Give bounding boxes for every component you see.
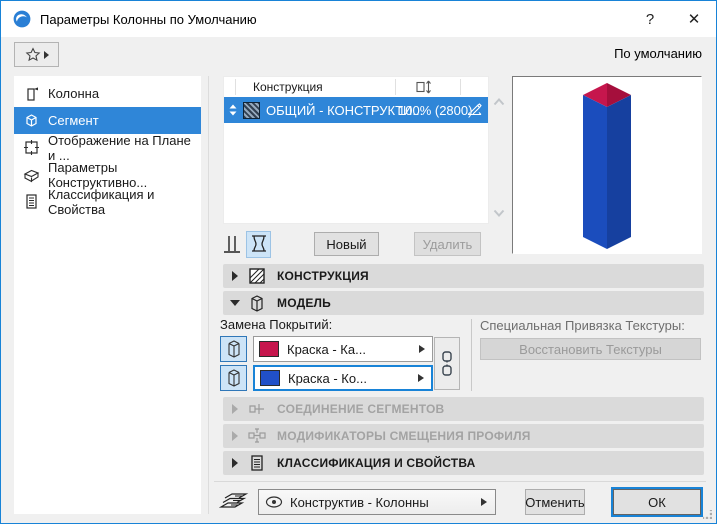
layer-dropdown[interactable]: Конструктив - Колонны — [258, 489, 496, 515]
window-title: Параметры Колонны по Умолчанию — [40, 11, 257, 27]
construction-column-header: Конструкция — [253, 80, 323, 94]
scroll-down-icon[interactable] — [493, 209, 505, 217]
column-settings-dialog: Параметры Колонны по Умолчанию ? ✕ По ум… — [0, 0, 717, 524]
section-model[interactable]: МОДЕЛЬ — [223, 291, 704, 315]
side-surface-dropdown[interactable]: Краска - Ко... — [253, 365, 433, 391]
surface-name: Краска - Ка... — [287, 341, 366, 357]
delete-segment-button[interactable]: Удалить — [414, 232, 481, 256]
chevron-right-icon — [232, 271, 238, 281]
column-side-face-icon — [227, 369, 240, 387]
divider — [471, 319, 472, 391]
resize-grip[interactable] — [703, 510, 712, 519]
chevron-right-icon — [43, 50, 49, 59]
drag-updown-icon[interactable] — [228, 103, 238, 117]
height-icon — [416, 80, 431, 94]
close-button[interactable]: ✕ — [672, 1, 716, 37]
column-icon — [27, 87, 38, 101]
link-surfaces-button[interactable] — [434, 337, 460, 390]
sidebar-item-column[interactable]: Колонна — [14, 80, 201, 107]
column-top-face-icon — [227, 340, 240, 358]
title-bar: Параметры Колонны по Умолчанию ? ✕ — [1, 1, 716, 37]
default-state-label: По умолчанию — [614, 46, 702, 61]
settings-sidebar: Колонна Сегмент Отображение на Плане и .… — [14, 76, 201, 514]
sidebar-item-plan-display[interactable]: Отображение на Плане и ... — [14, 132, 201, 163]
cut-fill-swatch — [243, 101, 260, 119]
uniform-column-toggle[interactable] — [219, 231, 244, 258]
segment-list: Конструкция ОБЩИЙ - КОНСТРУКТИ... 100% (… — [223, 76, 489, 224]
eye-icon — [265, 496, 283, 508]
texture-alignment-label: Специальная Привязка Текстуры: — [480, 318, 685, 333]
chevron-right-icon — [232, 404, 238, 414]
sidebar-item-label: Классификация и Свойства — [48, 186, 155, 217]
sidebar-item-segment[interactable]: Сегмент — [14, 107, 201, 134]
sidebar-item-label: Параметры Конструктивно... — [48, 159, 148, 190]
top-surface-dropdown[interactable]: Краска - Ка... — [253, 336, 433, 362]
edit-height-icon[interactable] — [467, 103, 483, 117]
sidebar-item-classification[interactable]: Классификация и Свойства — [14, 186, 201, 217]
help-button[interactable]: ? — [628, 1, 672, 37]
section-label: КОНСТРУКЦИЯ — [277, 269, 369, 283]
top-surface-override-button[interactable] — [220, 336, 247, 362]
star-icon — [25, 46, 40, 61]
profile-modifier-icon — [248, 428, 266, 443]
section-label: МОДИФИКАТОРЫ СМЕЩЕНИЯ ПРОФИЛЯ — [277, 429, 531, 443]
surface-name: Краска - Ко... — [288, 370, 367, 386]
chevron-right-icon — [232, 458, 238, 468]
surface-color-swatch — [260, 370, 280, 386]
chevron-right-icon — [419, 345, 425, 353]
favorites-button[interactable] — [14, 42, 59, 67]
restore-texture-button[interactable]: Восстановить Текстуры — [480, 338, 701, 360]
chain-link-icon — [442, 350, 452, 376]
section-segment-connection: СОЕДИНЕНИЕ СЕГМЕНТОВ — [223, 397, 704, 421]
floor-plan-icon — [24, 140, 39, 155]
layer-name: Конструктив - Колонны — [290, 494, 429, 510]
surface-override-label: Замена Покрытий: — [220, 317, 333, 332]
section-classification[interactable]: КЛАССИФИКАЦИЯ И СВОЙСТВА — [223, 451, 704, 475]
chevron-right-icon — [418, 374, 424, 382]
new-segment-button[interactable]: Новый — [314, 232, 379, 256]
preview-panel[interactable] — [512, 76, 702, 254]
section-label: СОЕДИНЕНИЕ СЕГМЕНТОВ — [277, 402, 445, 416]
chevron-right-icon — [481, 498, 487, 506]
segment-row[interactable]: ОБЩИЙ - КОНСТРУКТИ... 100% (2800) — [224, 97, 488, 123]
section-label: КЛАССИФИКАЦИЯ И СВОЙСТВА — [277, 456, 476, 470]
column-preview-3d — [583, 83, 631, 249]
divider — [208, 76, 209, 514]
section-construction[interactable]: КОНСТРУКЦИЯ — [223, 264, 704, 288]
section-label: МОДЕЛЬ — [277, 296, 331, 310]
divider — [214, 481, 706, 482]
tapered-column-toggle[interactable] — [246, 231, 271, 258]
cancel-button[interactable]: Отменить — [525, 489, 585, 515]
structural-member-icon — [23, 169, 40, 183]
straight-column-icon — [223, 236, 240, 253]
sidebar-item-label: Колонна — [48, 86, 100, 101]
segment-list-header: Конструкция — [224, 77, 488, 97]
model-box-icon — [251, 294, 263, 312]
surface-color-swatch — [259, 341, 279, 357]
segment-connection-icon — [249, 404, 264, 414]
chevron-right-icon — [232, 431, 238, 441]
archicad-logo-icon — [13, 10, 31, 28]
segment-cube-icon — [26, 114, 37, 127]
sidebar-item-label: Отображение на Плане и ... — [48, 132, 191, 163]
chevron-down-icon — [230, 300, 240, 306]
layers-icon — [219, 493, 249, 508]
sidebar-item-label: Сегмент — [48, 113, 99, 128]
ok-button-focus-ring: ОК — [611, 487, 703, 517]
section-profile-modifiers: МОДИФИКАТОРЫ СМЕЩЕНИЯ ПРОФИЛЯ — [223, 424, 704, 448]
side-surface-override-button[interactable] — [220, 365, 247, 391]
document-icon — [251, 455, 263, 471]
document-icon — [26, 194, 37, 209]
segment-height: 100% (2800) — [398, 102, 473, 118]
sidebar-item-structural-params[interactable]: Параметры Конструктивно... — [14, 159, 201, 190]
hatch-fill-icon — [249, 268, 265, 284]
scroll-up-icon[interactable] — [493, 98, 505, 106]
ok-button[interactable]: ОК — [613, 489, 701, 515]
tapered-column-icon — [251, 235, 266, 252]
